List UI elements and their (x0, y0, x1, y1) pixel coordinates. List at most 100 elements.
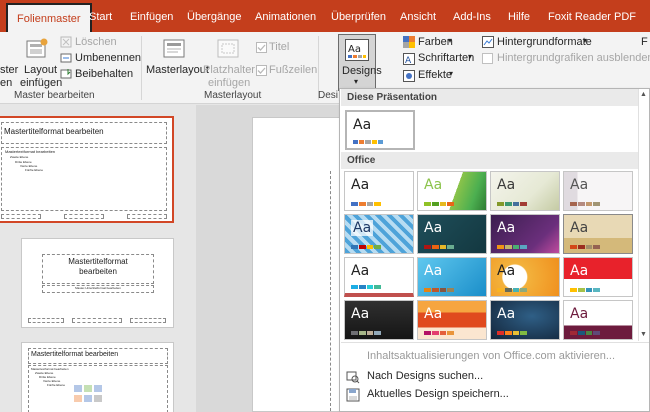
design-current[interactable]: Aa (345, 110, 415, 150)
design-ion-boardroom[interactable]: Aa (563, 171, 633, 211)
tab-hilfe[interactable]: Hilfe (508, 0, 530, 32)
scroll-down-icon[interactable]: ▼ (640, 331, 647, 338)
design-facette[interactable]: Aa (417, 171, 487, 211)
designs-icon: Aa (345, 39, 369, 64)
slide-thumbnail-content-layout[interactable]: Mastertitelformat bearbeiten Mastertextf… (21, 342, 174, 412)
search-designs-item[interactable]: Nach Designs suchen... (367, 370, 483, 382)
design-label: Aa (570, 306, 589, 322)
tab-einfuegen[interactable]: Einfügen (130, 0, 173, 32)
master-layout-icon[interactable] (163, 38, 185, 60)
design-label: Aa (424, 306, 443, 322)
color-swatches (353, 140, 384, 144)
tab-ansicht[interactable]: Ansicht (400, 0, 436, 32)
ribbon-tab-bar: Folienmaster Start Einfügen Übergänge An… (0, 0, 650, 32)
date-placeholder (1, 214, 41, 219)
tab-start[interactable]: Start (89, 0, 112, 32)
color-swatches (424, 202, 454, 206)
color-swatches (570, 202, 600, 206)
design-office-theme[interactable]: Aa (344, 171, 414, 211)
design-label: Aa (497, 263, 516, 279)
insert-layout-label-1[interactable]: Layout (24, 64, 57, 76)
design-wood-type[interactable]: Aa (563, 214, 633, 254)
tab-add-ins[interactable]: Add-Ins (453, 0, 491, 32)
master-layout-button[interactable]: Masterlayout (146, 64, 209, 76)
design-label: Aa (497, 177, 516, 193)
footer-checkbox[interactable] (256, 65, 267, 79)
color-swatches (570, 331, 600, 335)
design-mesh[interactable]: Aa (344, 300, 414, 340)
design-label: Aa (353, 117, 372, 133)
design-banded[interactable]: Aa (563, 257, 633, 297)
chevron-down-icon: ▾ (448, 36, 453, 45)
color-swatches (570, 288, 600, 292)
slide-thumbnail-title-layout[interactable]: Mastertitelformat bearbeiten Master-Unte… (21, 238, 174, 328)
thumbnail-scrollbar[interactable] (186, 110, 195, 412)
design-organic[interactable]: Aa (490, 171, 560, 211)
insert-master-button-label[interactable]: ster (0, 64, 18, 76)
tab-animationen[interactable]: Animationen (255, 0, 316, 32)
colors-icon (403, 36, 415, 51)
hide-background-label: Hintergrundgrafiken ausblenden (497, 52, 650, 64)
color-swatches (351, 285, 381, 289)
layout-title-text-2: bearbeiten (79, 267, 117, 276)
gallery-scrollbar[interactable]: ▲ ▼ (638, 89, 649, 341)
background-formats-button[interactable]: Hintergrundformate (497, 36, 592, 48)
insert-master-button-label-2[interactable]: en (0, 77, 12, 89)
tab-uebergaenge[interactable]: Übergänge (187, 0, 241, 32)
design-dividend[interactable]: Aa (344, 214, 414, 254)
effects-icon (403, 70, 415, 85)
footer-checkbox-label: Fußzeilen (269, 64, 318, 76)
chevron-down-icon: ▾ (354, 77, 359, 86)
layout3-title-text: Mastertitelformat bearbeiten (31, 351, 119, 358)
delete-icon (60, 36, 72, 51)
effects-button[interactable]: Effekte (418, 69, 452, 81)
design-vapor-trail[interactable]: Aa (490, 300, 560, 340)
design-parallax[interactable]: Aa (417, 300, 487, 340)
tab-ueberpruefen[interactable]: Überprüfen (331, 0, 386, 32)
design-label: Aa (497, 220, 516, 236)
title-checkbox[interactable] (256, 42, 267, 56)
footer-placeholder (64, 214, 104, 219)
preserve-button[interactable]: Beibehalten (75, 68, 133, 80)
design-label: Aa (351, 263, 370, 279)
chevron-down-icon: ▾ (449, 69, 454, 78)
design-savon[interactable]: Aa (563, 300, 633, 340)
insert-layout-icon[interactable] (26, 38, 48, 60)
fonts-button[interactable]: Schriftarten (418, 52, 474, 64)
master-text: Mastertextformat bearbeiten (5, 149, 56, 154)
color-swatches (497, 202, 527, 206)
insert-layout-label-2[interactable]: einfügen (20, 77, 62, 89)
design-retrospect[interactable]: Aa (417, 257, 487, 297)
placeholder-edge (330, 171, 332, 411)
design-label: Aa (351, 306, 370, 322)
color-swatches (570, 245, 600, 249)
tab-foxit-reader-pdf[interactable]: Foxit Reader PDF (548, 0, 636, 32)
slide-thumbnail-master[interactable]: Mastertitelformat bearbeiten Mastertextf… (0, 116, 174, 223)
design-badge[interactable]: Aa (490, 257, 560, 297)
footer-placeholder (72, 318, 122, 323)
rename-button[interactable]: Umbenennen (75, 52, 141, 64)
delete-button[interactable]: Löschen (75, 36, 117, 48)
tab-folienmaster[interactable]: Folienmaster (6, 3, 92, 32)
date-placeholder (28, 318, 64, 323)
hide-background-checkbox[interactable] (482, 53, 493, 67)
designs-button[interactable]: Aa Designs ▾ (338, 34, 382, 91)
insert-placeholder-label-1[interactable]: Platzhalter (203, 64, 255, 76)
section-this-presentation: Diese Präsentation (341, 89, 638, 106)
design-integral[interactable]: Aa (344, 257, 414, 297)
scroll-up-icon[interactable]: ▲ (640, 91, 647, 98)
group-label-master-bearbeiten: Master bearbeiten (14, 90, 95, 101)
color-swatches (424, 288, 454, 292)
design-label: Aa (424, 263, 443, 279)
save-current-design-item[interactable]: Aktuelles Design speichern... (367, 388, 509, 400)
activate-office-updates-item[interactable]: Inhaltsaktualisierungen von Office.com a… (367, 350, 615, 362)
group-separator (141, 36, 142, 100)
level-2: Zweite Ebene (10, 155, 29, 159)
search-designs-icon (346, 370, 360, 387)
color-swatches (497, 331, 527, 335)
insert-placeholder-label-2[interactable]: einfügen (208, 77, 250, 89)
design-label: Aa (351, 177, 370, 193)
design-berlin[interactable]: Aa (490, 214, 560, 254)
number-placeholder (127, 214, 167, 219)
design-ion[interactable]: Aa (417, 214, 487, 254)
